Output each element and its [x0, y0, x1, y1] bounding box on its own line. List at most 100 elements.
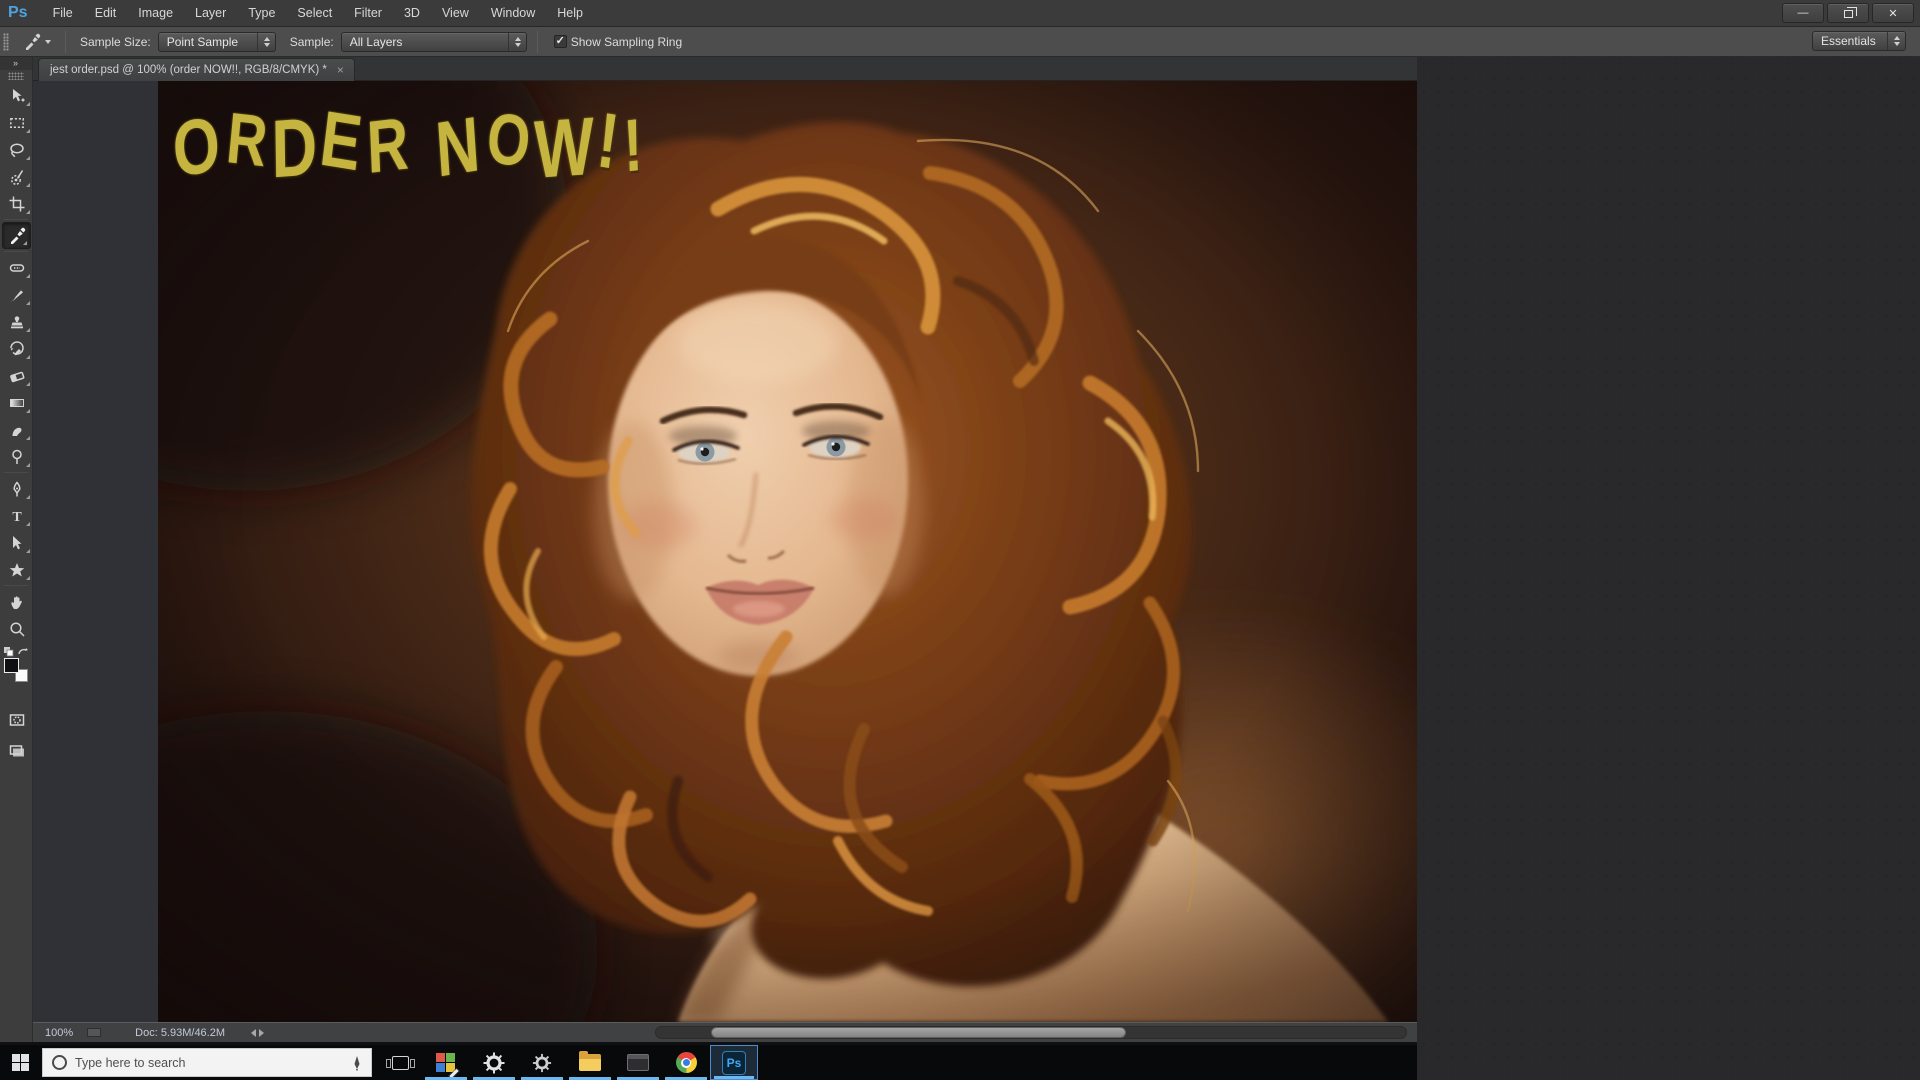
menu-window[interactable]: Window: [480, 0, 546, 27]
tool-preset-picker[interactable]: [19, 31, 55, 53]
hand-tool[interactable]: [0, 588, 33, 615]
document-tab[interactable]: jest order.psd @ 100% (order NOW!!, RGB/…: [38, 58, 355, 81]
tool-group-separator: [4, 472, 28, 473]
gear-icon: [532, 1053, 552, 1073]
workspace-switcher-dropdown[interactable]: Essentials: [1812, 31, 1906, 51]
empty-workspace-area: [1417, 57, 1920, 1080]
windows-logo-icon: [12, 1054, 29, 1071]
menu-select[interactable]: Select: [286, 0, 343, 27]
taskbar-app-file-explorer[interactable]: [566, 1045, 614, 1080]
portrait-artwork: [158, 81, 1417, 1022]
menu-bar: Ps File Edit Image Layer Type Select Fil…: [0, 0, 1920, 27]
close-button[interactable]: ✕: [1872, 3, 1914, 23]
window-controls: — ✕: [1782, 3, 1920, 23]
taskbar-app-settings-2[interactable]: [518, 1045, 566, 1080]
taskbar-app-chrome[interactable]: [662, 1045, 710, 1080]
swap-colors-icon[interactable]: [3, 646, 29, 658]
tools-grip-handle[interactable]: [8, 72, 24, 80]
start-button[interactable]: [0, 1045, 40, 1080]
photoshop-logo: Ps: [8, 4, 28, 22]
sample-dropdown[interactable]: All Layers: [341, 32, 527, 52]
path-selection-tool[interactable]: [0, 529, 33, 556]
foreground-background-swatches[interactable]: [4, 658, 30, 684]
eyedropper-icon: [23, 33, 41, 51]
crop-tool[interactable]: [0, 190, 33, 217]
restore-button[interactable]: [1827, 3, 1869, 23]
horizontal-scrollbar[interactable]: [655, 1026, 1407, 1039]
photoshop-icon: Ps: [722, 1051, 746, 1075]
options-separator: [537, 31, 538, 53]
gear-icon: [483, 1052, 505, 1074]
horizontal-scrollbar-thumb[interactable]: [711, 1027, 1126, 1038]
tool-group-separator: [4, 585, 28, 586]
canvas-pasteboard[interactable]: ORDER NOW!!: [33, 81, 1417, 1022]
minimize-button[interactable]: —: [1782, 3, 1824, 23]
dodge-tool[interactable]: [0, 443, 33, 470]
gradient-tool[interactable]: [0, 389, 33, 416]
color-swatch-cluster: [0, 646, 32, 692]
menu-edit[interactable]: Edit: [84, 0, 128, 27]
taskbar-app-settings[interactable]: [470, 1045, 518, 1080]
workspace-value: Essentials: [1821, 34, 1876, 48]
pen-tool[interactable]: [0, 475, 33, 502]
pen-icon: [351, 1055, 363, 1071]
options-separator: [65, 31, 66, 53]
file-explorer-icon: [579, 1054, 601, 1071]
quick-selection-tool[interactable]: [0, 163, 33, 190]
menu-filter[interactable]: Filter: [343, 0, 393, 27]
menu-image[interactable]: Image: [127, 0, 184, 27]
lasso-tool[interactable]: [0, 136, 33, 163]
menu-3d[interactable]: 3D: [393, 0, 431, 27]
zoom-level-field[interactable]: 100%: [45, 1027, 73, 1039]
search-placeholder: Type here to search: [75, 1056, 351, 1070]
chevron-down-icon: [45, 40, 51, 44]
status-flyout-arrows[interactable]: [251, 1029, 264, 1037]
brush-tool[interactable]: [0, 281, 33, 308]
tool-group-separator: [4, 251, 28, 252]
eraser-tool[interactable]: [0, 362, 33, 389]
rectangular-marquee-tool[interactable]: [0, 109, 33, 136]
panel-collapse-button[interactable]: »: [0, 57, 32, 70]
eyedropper-tool[interactable]: [2, 222, 31, 249]
options-grip-handle[interactable]: [3, 33, 9, 51]
quick-mask-button[interactable]: [0, 706, 33, 733]
taskbar-app-photos[interactable]: [422, 1045, 470, 1080]
chrome-icon: [676, 1052, 697, 1073]
clone-stamp-tool[interactable]: [0, 308, 33, 335]
screen-mode-button[interactable]: [0, 737, 33, 764]
taskbar-search-input[interactable]: Type here to search: [42, 1048, 372, 1077]
photos-app-icon: [436, 1053, 456, 1073]
move-tool[interactable]: [0, 82, 33, 109]
custom-shape-tool[interactable]: [0, 556, 33, 583]
history-brush-tool[interactable]: [0, 335, 33, 362]
restore-icon: [1844, 10, 1853, 18]
menu-view[interactable]: View: [431, 0, 480, 27]
task-view-button[interactable]: [378, 1045, 422, 1080]
spot-healing-brush-tool[interactable]: [0, 254, 33, 281]
document-size-info: Doc: 5.93M/46.2M: [135, 1027, 225, 1039]
type-tool[interactable]: T: [0, 502, 33, 529]
menu-layer[interactable]: Layer: [184, 0, 237, 27]
tool-group-separator: [4, 219, 28, 220]
cortana-icon: [52, 1055, 67, 1070]
canvas-image[interactable]: ORDER NOW!!: [158, 81, 1417, 1022]
menu-type[interactable]: Type: [237, 0, 286, 27]
zoom-tool[interactable]: [0, 615, 33, 642]
running-indicator: [714, 1076, 754, 1079]
sample-size-label: Sample Size:: [80, 35, 151, 49]
windows-taskbar: Type here to search: [0, 1045, 1417, 1080]
sample-label: Sample:: [290, 35, 334, 49]
smudge-tool[interactable]: [0, 416, 33, 443]
tab-close-icon[interactable]: ×: [337, 64, 344, 76]
taskbar-app-photoshop[interactable]: Ps: [710, 1045, 758, 1080]
document-tab-bar: jest order.psd @ 100% (order NOW!!, RGB/…: [33, 57, 1417, 81]
foreground-color-swatch[interactable]: [4, 658, 19, 673]
spinner-arrows-icon: [508, 33, 526, 51]
sample-size-dropdown[interactable]: Point Sample: [158, 32, 276, 52]
menu-help[interactable]: Help: [546, 0, 594, 27]
screen-app-icon: [627, 1054, 649, 1071]
menu-file[interactable]: File: [42, 0, 84, 27]
sample-size-value: Point Sample: [167, 35, 238, 49]
show-sampling-ring-checkbox[interactable]: ✓: [554, 35, 567, 48]
taskbar-app-screen[interactable]: [614, 1045, 662, 1080]
